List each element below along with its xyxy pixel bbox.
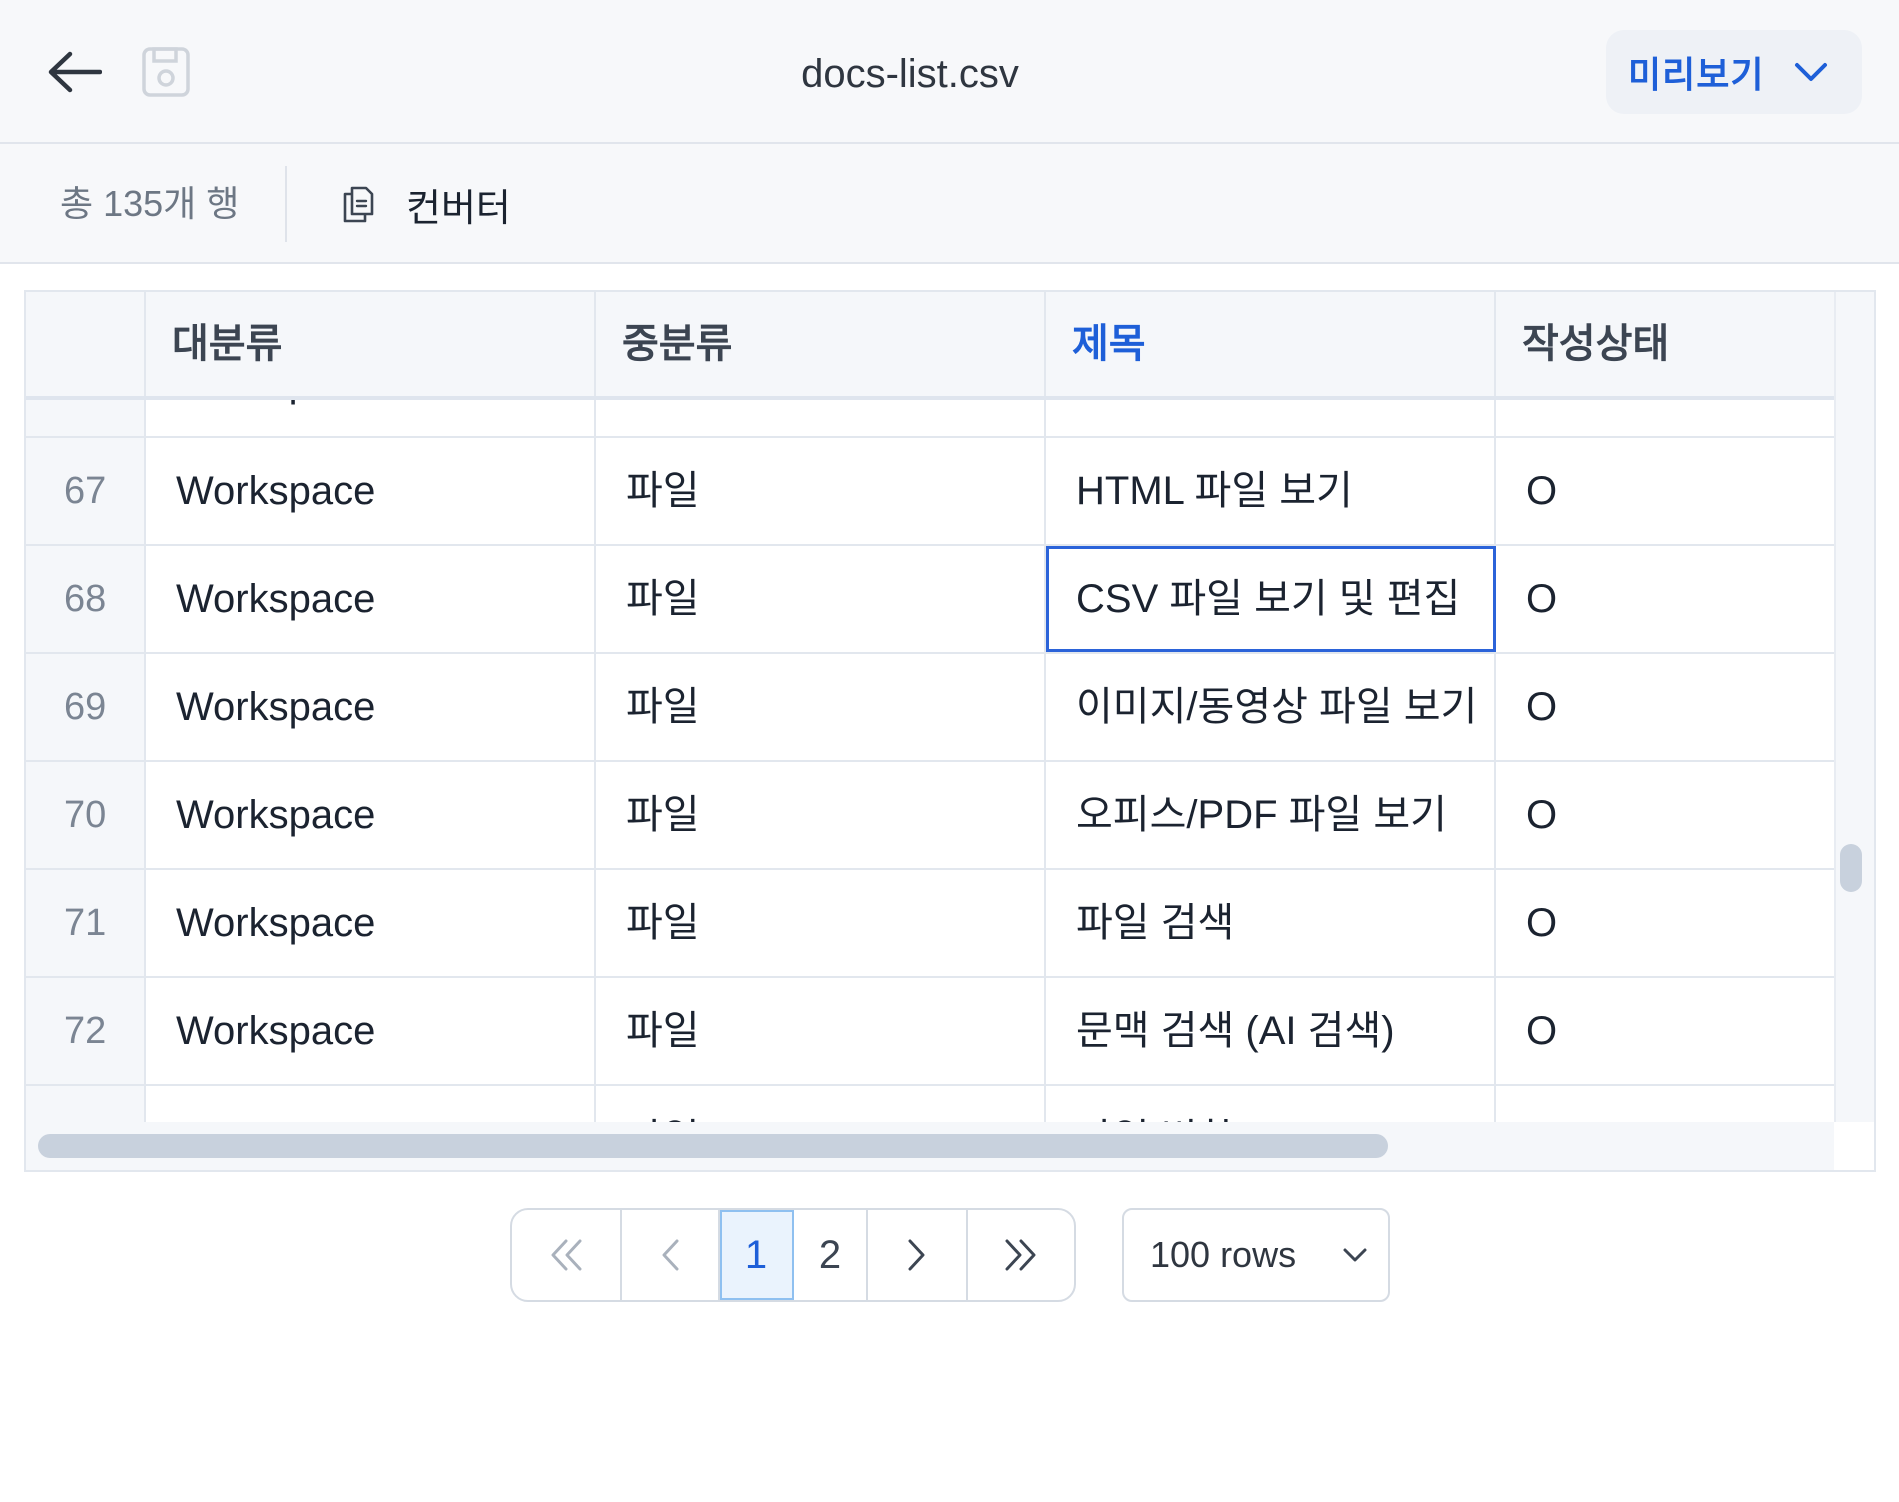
table-row[interactable]: 68 Workspace 파일 CSV 파일 보기 및 편집 O [26, 546, 1834, 654]
table-row[interactable]: 67 Workspace 파일 HTML 파일 보기 O [26, 438, 1834, 546]
app-header: docs-list.csv 미리보기 [0, 0, 1899, 144]
toolbar-divider [285, 166, 287, 242]
cell-title[interactable]: 파일 검색 [1046, 870, 1496, 976]
prev-page-button[interactable] [622, 1210, 720, 1300]
column-header-status[interactable]: 작성상태 [1496, 292, 1834, 396]
horizontal-scrollbar-thumb[interactable] [38, 1134, 1388, 1158]
vertical-scrollbar-thumb[interactable] [1840, 844, 1862, 892]
converter-label: 컨버터 [406, 187, 511, 230]
file-copy-icon [343, 186, 374, 223]
vertical-scrollbar-track[interactable] [1834, 292, 1874, 1122]
last-page-button[interactable] [968, 1210, 1074, 1300]
double-chevron-right-icon [1005, 1239, 1036, 1271]
column-header-subcategory[interactable]: 중분류 [596, 292, 1046, 396]
row-number: 71 [26, 870, 146, 976]
table-row[interactable]: 70 Workspace 파일 오피스/PDF 파일 보기 O [26, 762, 1834, 870]
row-number: 68 [26, 546, 146, 652]
cell-category[interactable]: Workspace [146, 870, 596, 976]
cell-title[interactable]: HTML 파일 보기 [1046, 438, 1496, 544]
cell-title-selected[interactable]: CSV 파일 보기 및 편집 [1046, 546, 1496, 652]
cell-category[interactable]: Workspace [146, 654, 596, 760]
cell-status[interactable]: O [1496, 546, 1834, 652]
cell-subcategory[interactable]: 파일 [596, 438, 1046, 544]
cell-subcategory[interactable]: 파일 [596, 546, 1046, 652]
rows-per-page-select[interactable]: 100 rows [1122, 1208, 1390, 1302]
table-row[interactable]: 69 Workspace 파일 이미지/동영상 파일 보기 O [26, 654, 1834, 762]
cell-category[interactable]: Workspace [146, 546, 596, 652]
row-number: 69 [26, 654, 146, 760]
table-row[interactable]: 73 Workspace 파일 파일 변환 O [26, 1086, 1834, 1122]
view-mode-label: 미리보기 [1628, 54, 1765, 95]
chevron-left-icon [662, 1239, 679, 1271]
cell-title[interactable]: 파일 변환 [1046, 1086, 1496, 1122]
row-number: 67 [26, 438, 146, 544]
cell-category[interactable]: Workspace [146, 400, 596, 436]
page-button-2[interactable]: 2 [794, 1210, 868, 1300]
row-number: 73 [26, 1086, 146, 1122]
view-mode-dropdown[interactable]: 미리보기 [1606, 30, 1862, 114]
save-icon [142, 47, 190, 97]
cell-title[interactable]: 이미지/동영상 파일 보기 [1046, 654, 1496, 760]
cell-category[interactable]: Workspace [146, 978, 596, 1084]
cell-title[interactable]: 문맥 검색 (AI 검색) [1046, 978, 1496, 1084]
cell-subcategory[interactable]: 파일 [596, 762, 1046, 868]
converter-button[interactable]: 컨버터 [340, 174, 511, 234]
next-page-button[interactable] [868, 1210, 968, 1300]
cell-status[interactable]: O [1496, 1086, 1834, 1122]
row-number: 66 [26, 400, 146, 436]
column-header-title[interactable]: 제목 [1046, 292, 1496, 396]
table-row[interactable]: 72 Workspace 파일 문맥 검색 (AI 검색) O [26, 978, 1834, 1086]
cell-status[interactable]: O [1496, 438, 1834, 544]
chevron-down-icon [1343, 1248, 1367, 1262]
table-row[interactable]: 71 Workspace 파일 파일 검색 O [26, 870, 1834, 978]
table-row[interactable]: 66 Workspace 파일 [26, 400, 1834, 438]
column-header-category[interactable]: 대분류 [146, 292, 596, 396]
double-chevron-left-icon [551, 1239, 582, 1271]
save-button[interactable] [138, 44, 194, 100]
cell-subcategory[interactable]: 파일 [596, 870, 1046, 976]
back-button[interactable] [42, 44, 106, 100]
page-button-1[interactable]: 1 [720, 1210, 794, 1300]
cell-status[interactable]: O [1496, 978, 1834, 1084]
cell-status[interactable] [1496, 400, 1834, 436]
file-title: docs-list.csv [801, 52, 1019, 96]
cell-category[interactable]: Workspace [146, 762, 596, 868]
first-page-button[interactable] [512, 1210, 622, 1300]
cell-category[interactable]: Workspace [146, 438, 596, 544]
toolbar: 총 135개 행 컨버터 [0, 144, 1899, 264]
row-count: 총 135개 행 [60, 183, 240, 224]
cell-subcategory[interactable]: 파일 [596, 978, 1046, 1084]
cell-category[interactable]: Workspace [146, 1086, 596, 1122]
row-number: 70 [26, 762, 146, 868]
cell-title[interactable]: 오피스/PDF 파일 보기 [1046, 762, 1496, 868]
arrow-left-icon [48, 51, 102, 93]
rows-per-page-value: 100 rows [1150, 1234, 1297, 1275]
row-number: 72 [26, 978, 146, 1084]
cell-status[interactable]: O [1496, 762, 1834, 868]
pager: 1 2 [510, 1208, 1076, 1302]
cell-subcategory[interactable]: 파일 [596, 654, 1046, 760]
chevron-right-icon [908, 1239, 925, 1271]
chevron-down-icon [1795, 63, 1828, 81]
grid-body: 66 Workspace 파일 67 Workspace 파일 HTML 파일 … [26, 400, 1834, 1122]
data-grid: 대분류 중분류 제목 작성상태 66 Workspace 파일 67 Works… [24, 290, 1876, 1172]
cell-title[interactable] [1046, 400, 1496, 436]
row-number-header [26, 292, 146, 396]
cell-subcategory[interactable]: 파일 [596, 400, 1046, 436]
cell-subcategory[interactable]: 파일 [596, 1086, 1046, 1122]
pagination-bar: 1 2 100 rows [24, 1172, 1876, 1340]
grid-header-row: 대분류 중분류 제목 작성상태 [26, 292, 1834, 400]
cell-status[interactable]: O [1496, 654, 1834, 760]
cell-status[interactable]: O [1496, 870, 1834, 976]
